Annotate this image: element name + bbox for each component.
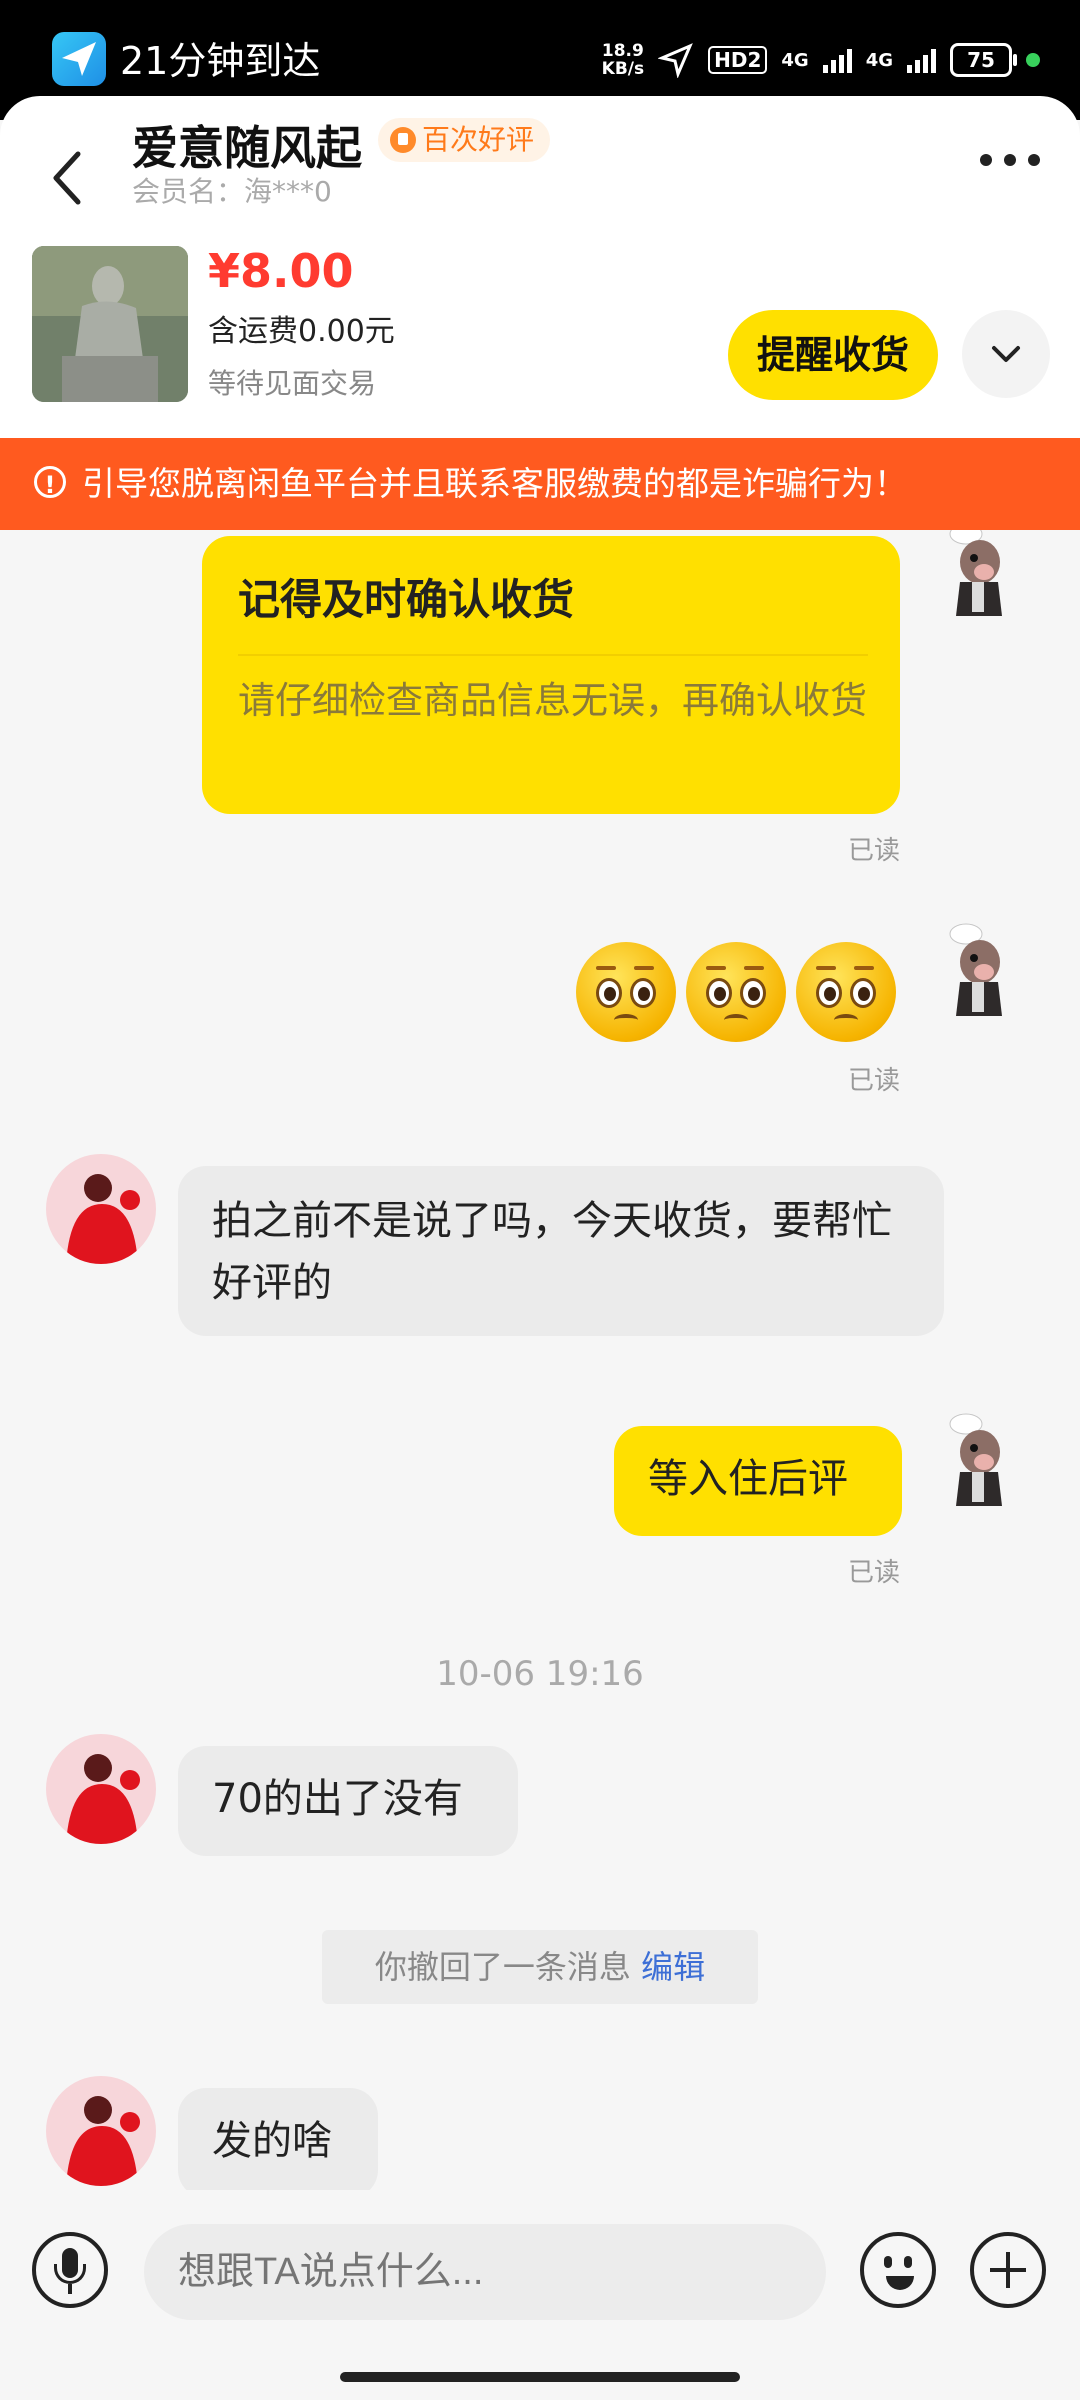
card-title: 记得及时确认收货 — [238, 575, 575, 624]
fraud-warning-banner: 引导您脱离闲鱼平台并且联系客服缴费的都是诈骗行为！ — [0, 438, 1080, 531]
product-price: ¥8.00 — [208, 244, 354, 298]
signal-icon — [822, 47, 852, 73]
privacy-dot — [1026, 53, 1040, 67]
read-receipt: 已读 — [848, 836, 901, 866]
member-name: 会员名：海***0 — [132, 175, 332, 208]
emoji-icon[interactable] — [860, 2232, 936, 2308]
product-thumbnail[interactable] — [32, 246, 188, 402]
chevron-down-icon — [992, 346, 1020, 362]
message-input[interactable] — [144, 2224, 826, 2320]
home-indicator[interactable] — [340, 2372, 740, 2382]
alert-icon — [34, 439, 66, 531]
network-speed: 18.9 KB/s — [601, 41, 645, 79]
my-avatar[interactable] — [936, 1410, 1022, 1510]
network-type-1: 4G — [781, 49, 809, 71]
pleading-emoji-2 — [686, 942, 786, 1042]
location-icon — [658, 43, 693, 78]
battery-icon: 75 — [950, 43, 1017, 77]
message-bubble-received[interactable]: 发的啥 — [178, 2088, 378, 2190]
thumb-up-icon — [390, 127, 416, 153]
status-app-title: 21分钟到达 — [120, 39, 321, 83]
seller-avatar[interactable] — [46, 2076, 156, 2186]
chat-screen: 21分钟到达 18.9 KB/s HD2 4G 4G 75 爱意随风起 百次好评… — [0, 0, 1080, 2400]
warning-text: 引导您脱离闲鱼平台并且联系客服缴费的都是诈骗行为！ — [82, 464, 907, 503]
card-divider — [238, 654, 868, 656]
seller-avatar[interactable] — [46, 1154, 156, 1264]
trade-status: 等待见面交易 — [208, 367, 377, 400]
edit-recalled-link[interactable]: 编辑 — [641, 1948, 705, 1986]
read-receipt: 已读 — [848, 1558, 901, 1588]
recall-notice: 你撤回了一条消息 编辑 — [322, 1930, 758, 2004]
navigation-app-icon — [52, 32, 106, 86]
seller-avatar[interactable] — [46, 1734, 156, 1844]
shipping-fee: 含运费0.00元 — [208, 314, 395, 349]
my-avatar[interactable] — [936, 920, 1022, 1020]
network-type-2: 4G — [865, 49, 893, 71]
card-body: 请仔细检查商品信息无误，再确认收货 — [238, 679, 867, 722]
hd-badge: HD2 — [708, 46, 768, 74]
back-icon[interactable] — [44, 148, 92, 208]
confirm-receipt-card[interactable]: 记得及时确认收货 请仔细检查商品信息无误，再确认收货 — [202, 536, 900, 814]
message-bubble-received[interactable]: 拍之前不是说了吗，今天收货，要帮忙好评的 — [178, 1166, 944, 1336]
conversation-header: 爱意随风起 百次好评 会员名：海***0 ¥8.00 含运费0.00元 等待见面… — [0, 96, 1080, 438]
more-icon[interactable] — [980, 148, 1040, 172]
plus-icon[interactable] — [970, 2232, 1046, 2308]
expand-button[interactable] — [962, 310, 1050, 398]
seller-name[interactable]: 爱意随风起 — [132, 112, 362, 178]
message-bubble-received[interactable]: 70的出了没有 — [178, 1746, 518, 1856]
read-receipt: 已读 — [848, 1066, 901, 1096]
signal-icon-2 — [907, 47, 936, 73]
pleading-emoji-3 — [796, 942, 896, 1042]
rating-badge: 百次好评 — [378, 118, 551, 162]
pleading-emoji-1 — [576, 942, 676, 1042]
message-list[interactable]: 记得及时确认收货 请仔细检查商品信息无误，再确认收货 已读 已读 拍之前不是说了… — [0, 530, 1080, 2190]
status-icons: 18.9 KB/s HD2 4G 4G 75 — [602, 36, 1040, 84]
mic-icon[interactable] — [32, 2232, 108, 2308]
remind-receipt-button[interactable]: 提醒收货 — [728, 310, 938, 400]
my-avatar[interactable] — [936, 530, 1022, 620]
input-bar — [0, 2190, 1080, 2400]
message-bubble-sent[interactable]: 等入住后评 — [614, 1426, 902, 1536]
timestamp: 10-06 19:16 — [436, 1654, 644, 1694]
